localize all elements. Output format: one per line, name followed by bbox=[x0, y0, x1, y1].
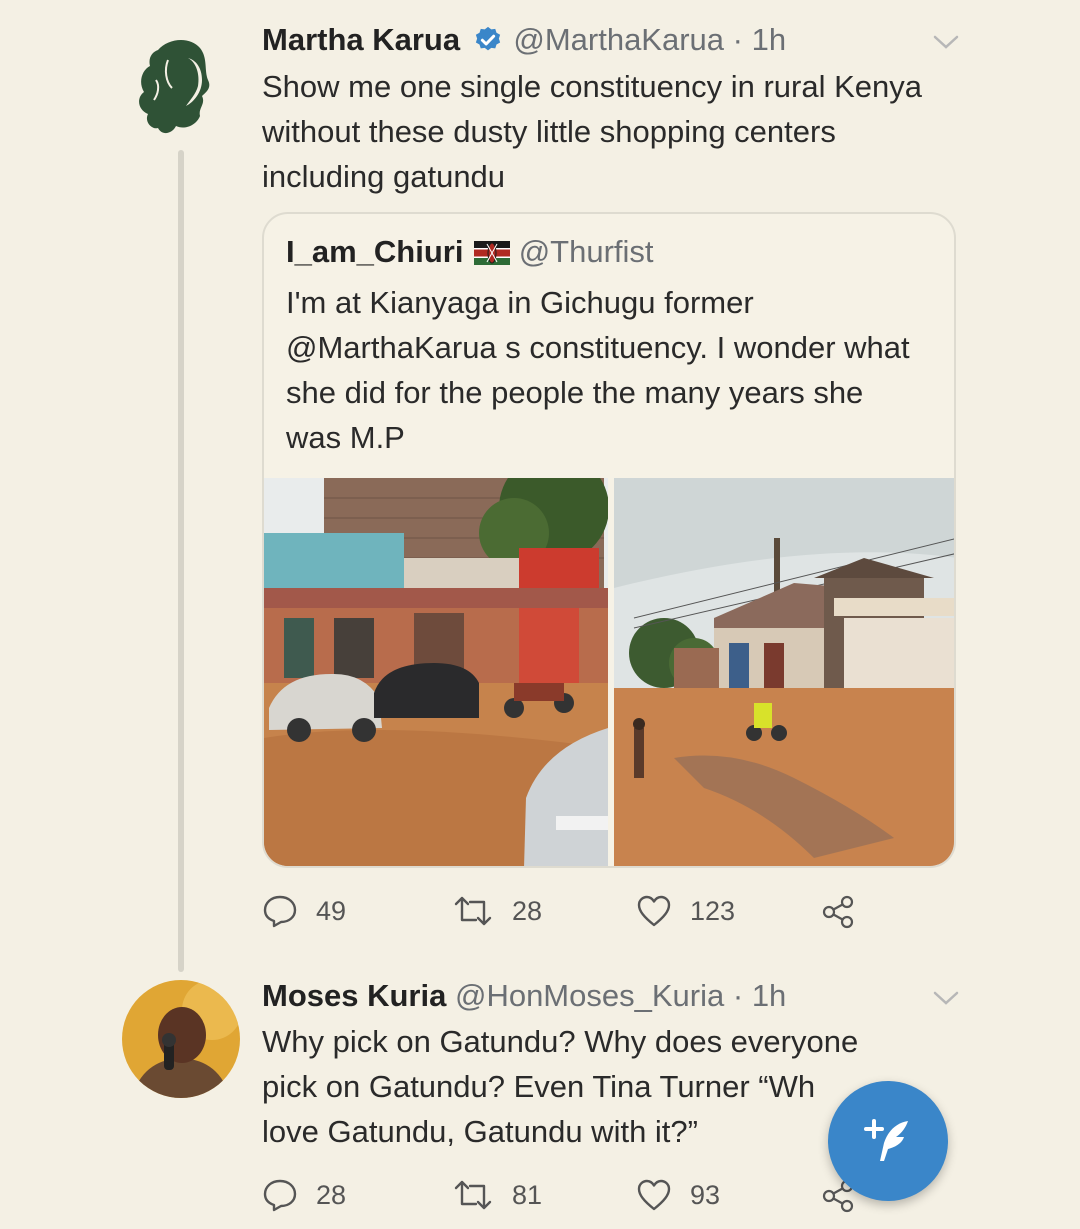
tweet1-handle[interactable]: @MarthaKarua bbox=[513, 22, 724, 57]
tweet1-time[interactable]: 1h bbox=[752, 22, 786, 57]
quoted-tweet-card[interactable]: I_am_Chiuri @Thurfist I'm at Kianyaga in… bbox=[262, 212, 956, 868]
reply-count: 28 bbox=[316, 1179, 347, 1210]
compose-tweet-icon bbox=[864, 1119, 908, 1161]
retweet-count: 81 bbox=[512, 1179, 543, 1210]
verified-badge-icon bbox=[475, 26, 500, 51]
quoted-tweet-header: I_am_Chiuri @Thurfist bbox=[286, 234, 654, 270]
heart-icon bbox=[637, 895, 671, 927]
quoted-handle: @Thurfist bbox=[518, 234, 654, 269]
share-icon bbox=[822, 895, 854, 929]
chevron-down-icon[interactable] bbox=[933, 34, 959, 50]
retweet-button[interactable]: 28 bbox=[452, 894, 542, 928]
avatar-moses-kuria[interactable] bbox=[122, 980, 240, 1098]
avatar-silhouette-icon bbox=[139, 39, 210, 134]
quoted-photo-shops[interactable] bbox=[264, 478, 608, 866]
reply-count: 49 bbox=[316, 895, 347, 926]
avatar-martha-karua[interactable] bbox=[128, 30, 228, 140]
tweet2-separator: · bbox=[732, 978, 744, 1013]
quoted-tweet-text: I'm at Kianyaga in Gichugu former @Marth… bbox=[286, 285, 910, 455]
tweet2-handle[interactable]: @HonMoses_Kuria bbox=[455, 978, 724, 1013]
quoted-photo-street[interactable] bbox=[614, 478, 954, 866]
like-count: 123 bbox=[690, 895, 736, 926]
compose-tweet-button[interactable] bbox=[828, 1081, 948, 1201]
like-count: 93 bbox=[690, 1179, 721, 1210]
reply-icon bbox=[263, 1179, 297, 1212]
thread-connector-line bbox=[178, 150, 184, 972]
tweet2-display-name[interactable]: Moses Kuria bbox=[262, 978, 446, 1013]
tweet2-header: Moses Kuria @HonMoses_Kuria · 1h bbox=[262, 978, 786, 1014]
like-button[interactable]: 123 bbox=[636, 894, 735, 928]
tweet2-time[interactable]: 1h bbox=[752, 978, 786, 1013]
photo-street-with-cars bbox=[264, 478, 608, 866]
heart-icon bbox=[637, 1179, 671, 1211]
retweet-icon bbox=[454, 1180, 492, 1210]
share-button[interactable] bbox=[820, 894, 874, 930]
photo-dusty-street bbox=[614, 478, 954, 866]
kenya-flag-icon bbox=[474, 241, 511, 265]
retweet-count: 28 bbox=[512, 895, 543, 926]
reply-icon bbox=[263, 895, 297, 928]
like-button[interactable]: 93 bbox=[636, 1178, 720, 1212]
retweet-button[interactable]: 81 bbox=[452, 1178, 542, 1212]
reply-button[interactable]: 28 bbox=[262, 1178, 346, 1212]
retweet-icon bbox=[454, 896, 492, 926]
tweet1-header: Martha Karua @MarthaKarua · 1h bbox=[262, 22, 786, 58]
tweet2-text-line-1: Why pick on Gatundu? Why does everyone bbox=[262, 1024, 859, 1059]
chevron-down-icon[interactable] bbox=[933, 990, 959, 1006]
quoted-display-name: I_am_Chiuri bbox=[286, 234, 464, 269]
tweet1-display-name[interactable]: Martha Karua bbox=[262, 22, 460, 57]
tweet1-separator: · bbox=[732, 22, 743, 57]
reply-button[interactable]: 49 bbox=[262, 894, 346, 928]
avatar-photo-icon bbox=[122, 980, 240, 1098]
tweet1-text: Show me one single constituency in rural… bbox=[262, 69, 922, 194]
